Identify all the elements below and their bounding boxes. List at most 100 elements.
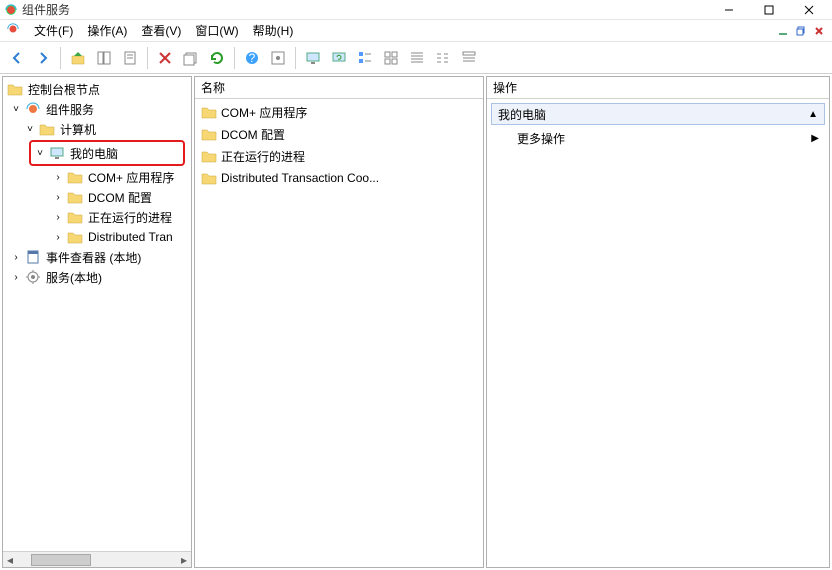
folder-icon bbox=[67, 169, 83, 185]
actions-subject-label: 我的电脑 bbox=[498, 106, 546, 123]
forward-button[interactable] bbox=[31, 46, 55, 70]
new-window-button[interactable] bbox=[179, 46, 203, 70]
tree-root[interactable]: 控制台根节点 bbox=[3, 79, 191, 99]
mdi-restore-button[interactable] bbox=[792, 22, 810, 40]
tree-event-viewer[interactable]: › 事件查看器 (本地) bbox=[3, 247, 191, 267]
actions-subject[interactable]: 我的电脑 ▲ bbox=[491, 103, 825, 125]
menu-view[interactable]: 查看(V) bbox=[141, 22, 181, 39]
list-item-label: DCOM 配置 bbox=[221, 126, 285, 143]
component-services-icon bbox=[25, 101, 41, 117]
expand-icon[interactable]: › bbox=[51, 230, 65, 244]
tree-dtc[interactable]: › Distributed Tran bbox=[3, 227, 191, 247]
back-button[interactable] bbox=[5, 46, 29, 70]
toolbar-separator bbox=[60, 47, 61, 69]
list-pane: 名称 COM+ 应用程序 DCOM 配置 正在运行的进程 Distributed… bbox=[194, 76, 484, 568]
menu-bar: 文件(F) 操作(A) 查看(V) 窗口(W) 帮助(H) bbox=[0, 20, 832, 42]
horizontal-scrollbar[interactable]: ◂ ▸ bbox=[3, 551, 191, 567]
tree-label: 组件服务 bbox=[43, 100, 97, 119]
tree-label: 服务(本地) bbox=[43, 268, 105, 287]
menu-action[interactable]: 操作(A) bbox=[87, 22, 127, 39]
tree-label: DCOM 配置 bbox=[85, 188, 155, 207]
actions-more[interactable]: 更多操作 ▶ bbox=[491, 127, 825, 149]
expand-icon[interactable]: › bbox=[9, 250, 23, 264]
expand-icon[interactable]: ˅ bbox=[33, 146, 47, 160]
tree-running-processes[interactable]: › 正在运行的进程 bbox=[3, 207, 191, 227]
tree-dcom-config[interactable]: › DCOM 配置 bbox=[3, 187, 191, 207]
actions-header-label: 操作 bbox=[493, 79, 517, 96]
menu-help[interactable]: 帮助(H) bbox=[253, 22, 294, 39]
folder-icon bbox=[67, 189, 83, 205]
list-item[interactable]: 正在运行的进程 bbox=[195, 145, 483, 167]
folder-icon bbox=[67, 209, 83, 225]
tree[interactable]: 控制台根节点 ˅ 组件服务 ˅ 计算机 ˅ 我的电脑 bbox=[3, 77, 191, 551]
tree-label: 正在运行的进程 bbox=[85, 208, 175, 227]
chevron-up-icon: ▲ bbox=[808, 109, 818, 120]
refresh-all-button[interactable] bbox=[327, 46, 351, 70]
refresh-button[interactable] bbox=[205, 46, 229, 70]
scroll-right-icon[interactable]: ▸ bbox=[177, 553, 191, 567]
view-small-icons-button[interactable] bbox=[405, 46, 429, 70]
expand-icon[interactable]: › bbox=[51, 210, 65, 224]
help-button[interactable]: ? bbox=[240, 46, 264, 70]
settings-button[interactable] bbox=[266, 46, 290, 70]
folder-icon bbox=[39, 121, 55, 137]
tree-computers[interactable]: ˅ 计算机 bbox=[3, 119, 191, 139]
main-area: 控制台根节点 ˅ 组件服务 ˅ 计算机 ˅ 我的电脑 bbox=[0, 74, 832, 570]
actions-header: 操作 bbox=[487, 77, 829, 99]
tree-label: 我的电脑 bbox=[67, 144, 121, 163]
toolbar: ? bbox=[0, 42, 832, 74]
services-icon bbox=[25, 269, 41, 285]
menu-window[interactable]: 窗口(W) bbox=[195, 22, 238, 39]
app-icon bbox=[4, 3, 18, 17]
expand-icon[interactable]: › bbox=[9, 270, 23, 284]
folder-icon bbox=[201, 104, 217, 120]
delete-button[interactable] bbox=[153, 46, 177, 70]
menu-file[interactable]: 文件(F) bbox=[34, 22, 73, 39]
chevron-right-icon: ▶ bbox=[811, 133, 819, 144]
mdi-minimize-button[interactable] bbox=[774, 22, 792, 40]
list-item[interactable]: DCOM 配置 bbox=[195, 123, 483, 145]
list-item-label: COM+ 应用程序 bbox=[221, 104, 307, 121]
view-details-button[interactable] bbox=[457, 46, 481, 70]
computer-icon bbox=[49, 145, 65, 161]
properties-button[interactable] bbox=[118, 46, 142, 70]
show-hide-tree-button[interactable] bbox=[92, 46, 116, 70]
list-column-header[interactable]: 名称 bbox=[195, 77, 483, 99]
close-button[interactable] bbox=[790, 0, 828, 20]
expand-icon[interactable]: › bbox=[51, 170, 65, 184]
expand-icon[interactable]: ˅ bbox=[9, 102, 23, 116]
tree-my-computer[interactable]: ˅ 我的电脑 bbox=[33, 143, 181, 163]
view-status-button[interactable] bbox=[353, 46, 377, 70]
maximize-button[interactable] bbox=[750, 0, 788, 20]
list-item[interactable]: Distributed Transaction Coo... bbox=[195, 167, 483, 189]
folder-icon bbox=[201, 126, 217, 142]
actions-pane: 操作 我的电脑 ▲ 更多操作 ▶ bbox=[486, 76, 830, 568]
toolbar-separator bbox=[234, 47, 235, 69]
window-title: 组件服务 bbox=[22, 1, 710, 18]
tree-com-plus[interactable]: › COM+ 应用程序 bbox=[3, 167, 191, 187]
list-item-label: Distributed Transaction Coo... bbox=[221, 171, 379, 185]
minimize-button[interactable] bbox=[710, 0, 748, 20]
scroll-left-icon[interactable]: ◂ bbox=[3, 553, 17, 567]
up-button[interactable] bbox=[66, 46, 90, 70]
tree-services[interactable]: › 服务(本地) bbox=[3, 267, 191, 287]
event-viewer-icon bbox=[25, 249, 41, 265]
highlight-annotation: ˅ 我的电脑 bbox=[29, 140, 185, 166]
list-item[interactable]: COM+ 应用程序 bbox=[195, 101, 483, 123]
actions-more-label: 更多操作 bbox=[497, 130, 565, 147]
expand-icon[interactable]: › bbox=[51, 190, 65, 204]
tree-pane: 控制台根节点 ˅ 组件服务 ˅ 计算机 ˅ 我的电脑 bbox=[2, 76, 192, 568]
view-large-icons-button[interactable] bbox=[379, 46, 403, 70]
list[interactable]: COM+ 应用程序 DCOM 配置 正在运行的进程 Distributed Tr… bbox=[195, 99, 483, 567]
column-name-label: 名称 bbox=[201, 79, 225, 96]
folder-icon bbox=[201, 170, 217, 186]
my-computer-toolbar-icon[interactable] bbox=[301, 46, 325, 70]
tree-label: 控制台根节点 bbox=[25, 80, 103, 99]
folder-icon bbox=[7, 81, 23, 97]
mdi-close-button[interactable] bbox=[810, 22, 828, 40]
scroll-thumb[interactable] bbox=[31, 554, 91, 566]
view-list-button[interactable] bbox=[431, 46, 455, 70]
tree-component-services[interactable]: ˅ 组件服务 bbox=[3, 99, 191, 119]
tree-label: 事件查看器 (本地) bbox=[43, 248, 144, 267]
expand-icon[interactable]: ˅ bbox=[23, 122, 37, 136]
